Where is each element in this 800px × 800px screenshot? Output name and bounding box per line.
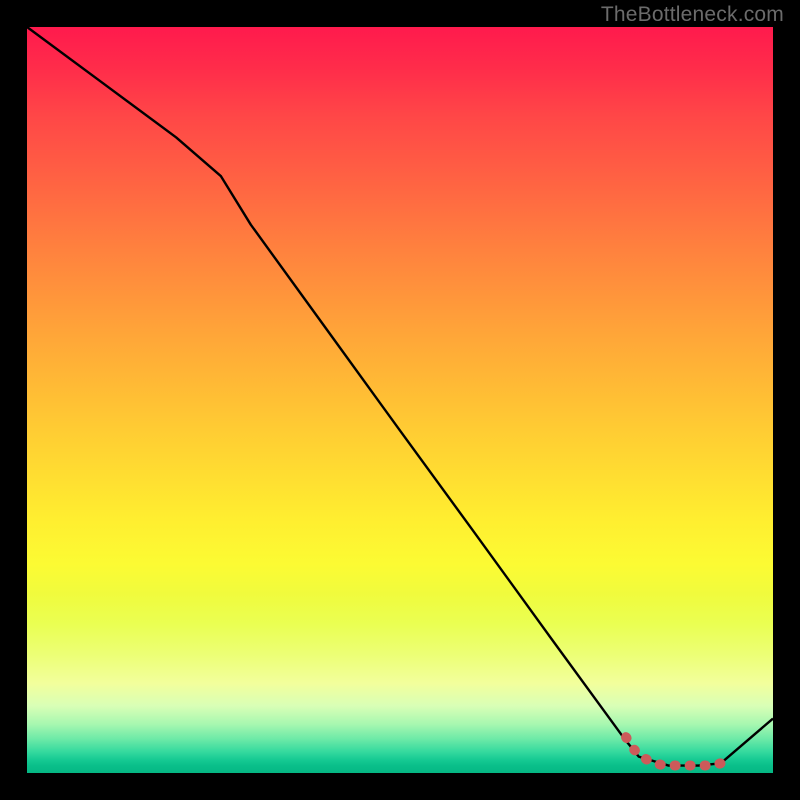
plot-background-gradient bbox=[27, 27, 773, 773]
watermark-text: TheBottleneck.com bbox=[601, 3, 784, 27]
chart-container: TheBottleneck.com bbox=[0, 0, 800, 800]
